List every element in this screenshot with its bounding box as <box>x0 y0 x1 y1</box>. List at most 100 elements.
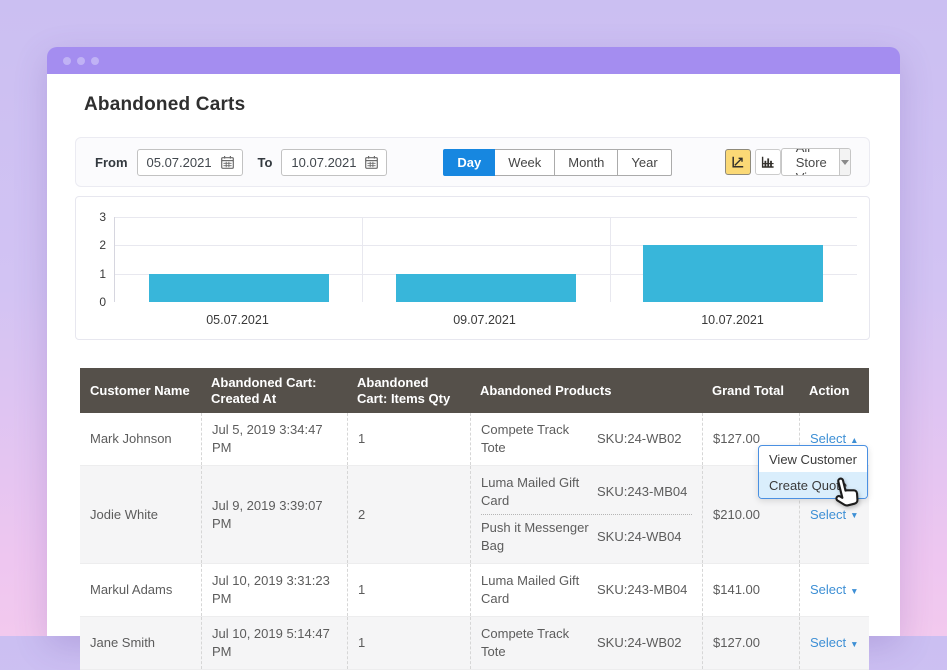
y-tick-label: 3 <box>76 210 106 224</box>
x-tick-label: 09.07.2021 <box>361 313 608 327</box>
period-button-day[interactable]: Day <box>443 149 495 176</box>
calendar-icon[interactable] <box>220 155 235 170</box>
product-sku: SKU:243-MB04 <box>597 581 692 599</box>
chart-bar[interactable] <box>396 274 576 302</box>
y-tick-label: 1 <box>76 267 106 281</box>
product-sku: SKU:24-WB02 <box>597 430 692 448</box>
product-name: Push it Messenger Bag <box>481 519 597 555</box>
chevron-down-icon: ▼ <box>850 634 858 653</box>
store-views-value: All Store Views <box>782 149 840 175</box>
product-line: Compete Track ToteSKU:24-WB02 <box>481 623 692 663</box>
chevron-down-icon[interactable] <box>839 149 850 175</box>
app-window: Abandoned Carts From To <box>47 47 900 636</box>
abandoned-products-cell: Compete Track ToteSKU:24-WB02 <box>470 617 702 669</box>
items-qty-cell: 1 <box>347 564 470 616</box>
product-sku: SKU:24-WB04 <box>597 528 692 546</box>
product-line: Luma Mailed Gift CardSKU:243-MB04 <box>481 570 692 610</box>
abandoned-products-cell: Compete Track ToteSKU:24-WB02 <box>470 413 702 465</box>
column-header: Abandoned Cart: Items Qty <box>347 368 470 413</box>
period-button-month[interactable]: Month <box>555 149 618 176</box>
period-button-year[interactable]: Year <box>618 149 671 176</box>
window-dot-icon <box>63 57 71 65</box>
from-date-input[interactable] <box>147 155 214 170</box>
abandoned-carts-table: Customer NameAbandoned Cart: Created AtA… <box>80 368 869 670</box>
product-name: Compete Track Tote <box>481 421 597 457</box>
table-row: Jodie WhiteJul 9, 2019 3:39:07 PM2Luma M… <box>80 466 869 564</box>
customer-name-cell: Jane Smith <box>80 617 201 669</box>
table-row: Markul AdamsJul 10, 2019 3:31:23 PM1 Luma… <box>80 564 869 617</box>
hand-pointer-cursor <box>830 475 864 516</box>
items-qty-cell: 1 <box>347 413 470 465</box>
window-titlebar <box>47 47 900 74</box>
product-name: Compete Track Tote <box>481 625 597 661</box>
chart-plot-area <box>114 217 857 302</box>
product-sku: SKU:24-WB02 <box>597 634 692 652</box>
calendar-icon[interactable] <box>364 155 379 170</box>
window-dot-icon <box>77 57 85 65</box>
product-sku: SKU:243-MB04 <box>597 483 692 501</box>
y-tick-label: 0 <box>76 295 106 309</box>
table-header-row: Customer NameAbandoned Cart: Created AtA… <box>80 368 869 413</box>
grand-total-cell: $141.00 <box>702 564 799 616</box>
x-tick-label: 10.07.2021 <box>609 313 856 327</box>
customer-name-cell: Markul Adams <box>80 564 201 616</box>
created-at-cell: Jul 10, 2019 5:14:47 PM <box>201 617 347 669</box>
product-line: Luma Mailed Gift CardSKU:243-MB04 <box>481 472 692 512</box>
grand-total-cell: $127.00 <box>702 617 799 669</box>
bar-chart-icon[interactable] <box>755 149 781 175</box>
chart-bar[interactable] <box>149 274 329 302</box>
chevron-down-icon: ▼ <box>850 581 858 600</box>
table-row: Mark JohnsonJul 5, 2019 3:34:47 PM1 Compe… <box>80 413 869 466</box>
chart-type-switcher <box>725 149 781 175</box>
select-action-link[interactable]: Select▼ <box>810 581 859 600</box>
line-chart-icon[interactable] <box>725 149 751 175</box>
period-button-week[interactable]: Week <box>495 149 555 176</box>
from-date-field <box>137 149 243 176</box>
column-header: Abandoned Cart: Created At <box>201 368 347 413</box>
product-name: Luma Mailed Gift Card <box>481 572 597 608</box>
select-action-link[interactable]: Select▼ <box>810 634 859 653</box>
product-divider <box>481 514 692 515</box>
store-views-select[interactable]: All Store Views <box>781 148 851 176</box>
column-header: Grand Total <box>702 368 799 413</box>
window-dot-icon <box>91 57 99 65</box>
vertical-gridline <box>610 217 611 302</box>
menu-item-view-customer[interactable]: View Customer <box>759 446 867 472</box>
column-header: Action <box>799 368 869 413</box>
product-line: Push it Messenger BagSKU:24-WB04 <box>481 517 692 557</box>
chart-bar[interactable] <box>643 245 823 302</box>
action-cell: Select▼ <box>799 617 869 669</box>
items-qty-cell: 2 <box>347 466 470 563</box>
customer-name-cell: Mark Johnson <box>80 413 201 465</box>
items-qty-cell: 1 <box>347 617 470 669</box>
filter-toolbar: From To <box>75 137 870 187</box>
created-at-cell: Jul 10, 2019 3:31:23 PM <box>201 564 347 616</box>
select-action-label: Select <box>810 634 846 652</box>
product-name: Luma Mailed Gift Card <box>481 474 597 510</box>
to-date-field <box>281 149 387 176</box>
table-body: Mark JohnsonJul 5, 2019 3:34:47 PM1Compe… <box>80 413 869 670</box>
horizontal-gridline <box>115 217 857 218</box>
action-cell: Select▼ <box>799 564 869 616</box>
y-axis-labels: 0123 <box>76 217 106 302</box>
to-label: To <box>258 155 273 170</box>
product-line: Compete Track ToteSKU:24-WB02 <box>481 419 692 459</box>
abandoned-products-cell: Luma Mailed Gift CardSKU:243-MB04Push it… <box>470 466 702 563</box>
created-at-cell: Jul 5, 2019 3:34:47 PM <box>201 413 347 465</box>
vertical-gridline <box>362 217 363 302</box>
table-row: Jane SmithJul 10, 2019 5:14:47 PM1 Compet… <box>80 617 869 670</box>
abandoned-carts-bar-chart: 0 1 2 3 05.07.202109.07.202110.07.2021 <box>75 196 870 340</box>
period-segmented-control: DayWeekMonthYear <box>443 149 671 176</box>
column-header: Abandoned Products <box>470 368 702 413</box>
y-tick-label: 2 <box>76 238 106 252</box>
created-at-cell: Jul 9, 2019 3:39:07 PM <box>201 466 347 563</box>
abandoned-products-cell: Luma Mailed Gift CardSKU:243-MB04 <box>470 564 702 616</box>
page-content: Abandoned Carts From To <box>47 74 900 636</box>
to-date-input[interactable] <box>291 155 358 170</box>
from-label: From <box>95 155 128 170</box>
column-header: Customer Name <box>80 368 201 413</box>
x-tick-label: 05.07.2021 <box>114 313 361 327</box>
customer-name-cell: Jodie White <box>80 466 201 563</box>
select-action-label: Select <box>810 581 846 599</box>
page-title: Abandoned Carts <box>84 94 245 116</box>
